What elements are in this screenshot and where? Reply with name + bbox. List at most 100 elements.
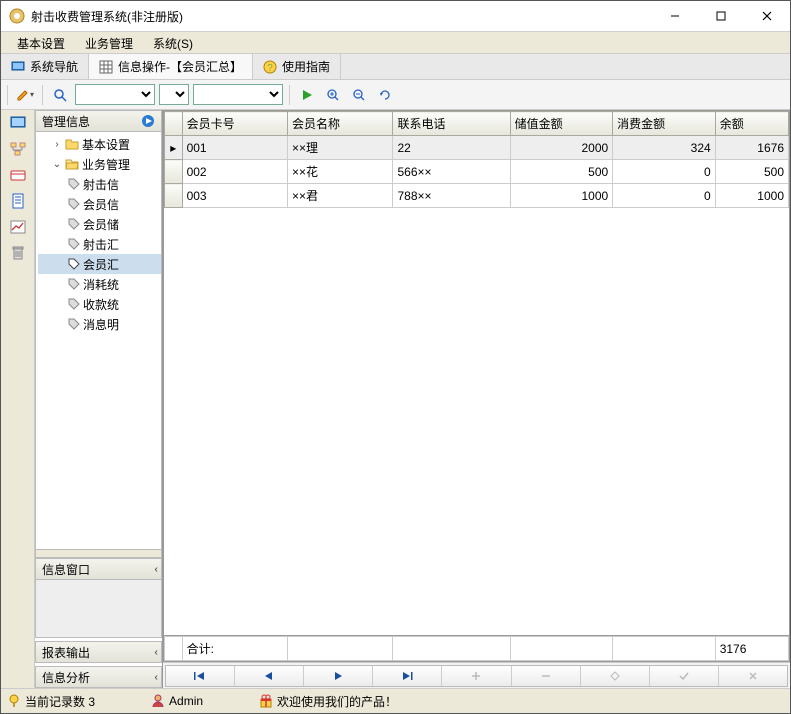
tree-child-4[interactable]: 会员汇 [38, 254, 161, 274]
tree-child-6[interactable]: 收款统 [38, 294, 161, 314]
cell-balance[interactable]: 1676 [715, 136, 788, 160]
collapse-icon[interactable]: ⌄ [52, 159, 62, 170]
info-window-header[interactable]: 信息窗口 ‹‹ [35, 558, 162, 580]
cell-name[interactable]: ××君 [288, 184, 393, 208]
minimize-button[interactable] [652, 1, 698, 31]
report-output-header[interactable]: 报表输出 ‹‹ [35, 641, 162, 663]
data-grid-wrap: 会员卡号 会员名称 联系电话 储值金额 消费金额 余额 ▸001××理22200… [163, 110, 790, 662]
nav-first[interactable] [166, 666, 235, 686]
tab-guide[interactable]: ? 使用指南 [253, 54, 341, 79]
cell-phone[interactable]: 566×× [393, 160, 510, 184]
zoom-out-button[interactable] [348, 84, 370, 106]
manage-info-header[interactable]: 管理信息 [35, 110, 162, 132]
cell-card[interactable]: 003 [182, 184, 287, 208]
tree-label: 会员信 [83, 196, 119, 213]
search-button[interactable] [49, 84, 71, 106]
nav-cancel[interactable] [719, 666, 787, 686]
tag-icon [68, 198, 80, 210]
tree-child-2[interactable]: 会员储 [38, 214, 161, 234]
table-row[interactable]: 003××君788××100001000 [165, 184, 789, 208]
filter-combo-1[interactable] [75, 84, 155, 105]
filter-combo-2[interactable] [159, 84, 189, 105]
pin-icon [7, 694, 21, 708]
maximize-button[interactable] [698, 1, 744, 31]
cell-deposit[interactable]: 500 [510, 160, 613, 184]
edit-button[interactable]: ▾ [14, 84, 36, 106]
col-phone[interactable]: 联系电话 [393, 112, 510, 136]
nav-next[interactable] [304, 666, 373, 686]
cell-spend[interactable]: 0 [613, 160, 716, 184]
tag-icon [68, 178, 80, 190]
grid-footer: 合计: 3176 [164, 635, 789, 661]
tab-guide-label: 使用指南 [282, 58, 330, 75]
tree-business[interactable]: ⌄ 业务管理 [38, 154, 161, 174]
tree-child-1[interactable]: 会员信 [38, 194, 161, 214]
zoom-in-button[interactable] [322, 84, 344, 106]
menu-business[interactable]: 业务管理 [75, 32, 143, 53]
col-name[interactable]: 会员名称 [288, 112, 393, 136]
info-analysis-header[interactable]: 信息分析 ‹‹ [35, 666, 162, 688]
data-grid[interactable]: 会员卡号 会员名称 联系电话 储值金额 消费金额 余额 ▸001××理22200… [164, 111, 789, 208]
cell-spend[interactable]: 0 [613, 184, 716, 208]
tag-icon [68, 278, 80, 290]
nav-ok[interactable] [650, 666, 719, 686]
play-icon [141, 114, 155, 128]
grid-icon [99, 60, 113, 74]
nav-last[interactable] [373, 666, 442, 686]
col-spend[interactable]: 消费金额 [613, 112, 716, 136]
run-button[interactable] [296, 84, 318, 106]
table-row[interactable]: ▸001××理2220003241676 [165, 136, 789, 160]
tab-nav[interactable]: 系统导航 [1, 54, 89, 79]
tag-icon [68, 258, 80, 270]
trash-icon[interactable] [8, 244, 28, 262]
manage-info-label: 管理信息 [42, 113, 90, 130]
tree-child-0[interactable]: 射击信 [38, 174, 161, 194]
sidebar: 管理信息 › 基本设置 ⌄ 业务管理 射击信 会员信 [35, 110, 163, 688]
nav-edit[interactable] [581, 666, 650, 686]
expand-icon[interactable]: › [52, 139, 62, 150]
close-button[interactable] [744, 1, 790, 31]
table-row[interactable]: 002××花566××5000500 [165, 160, 789, 184]
filter-combo-3[interactable] [193, 84, 283, 105]
cell-phone[interactable]: 788×× [393, 184, 510, 208]
tab-info-op-label: 信息操作-【会员汇总】 [118, 58, 242, 75]
tab-info-op[interactable]: 信息操作-【会员汇总】 [89, 54, 253, 79]
tree-label: 基本设置 [82, 136, 130, 153]
nav-add[interactable] [442, 666, 511, 686]
cell-balance[interactable]: 500 [715, 160, 788, 184]
main-area: 管理信息 › 基本设置 ⌄ 业务管理 射击信 会员信 [1, 110, 790, 689]
cell-deposit[interactable]: 1000 [510, 184, 613, 208]
row-indicator [165, 160, 183, 184]
chart-icon[interactable] [8, 218, 28, 236]
app-window: 射击收费管理系统(非注册版) 基本设置 业务管理 系统(S) 系统导航 信息操作… [0, 0, 791, 714]
tree-icon[interactable] [8, 140, 28, 158]
col-card[interactable]: 会员卡号 [182, 112, 287, 136]
nav-prev[interactable] [235, 666, 304, 686]
refresh-button[interactable] [374, 84, 396, 106]
cell-balance[interactable]: 1000 [715, 184, 788, 208]
menu-basic[interactable]: 基本设置 [7, 32, 75, 53]
cell-name[interactable]: ××花 [288, 160, 393, 184]
monitor-icon[interactable] [8, 114, 28, 132]
tag-icon [68, 218, 80, 230]
tag-icon [68, 318, 80, 330]
nav-tree: › 基本设置 ⌄ 业务管理 射击信 会员信 会员储 射击汇 会员汇 消耗统 [36, 132, 161, 336]
nav-remove[interactable] [512, 666, 581, 686]
card-icon[interactable] [8, 166, 28, 184]
report-output-label: 报表输出 [42, 644, 90, 661]
cell-name[interactable]: ××理 [288, 136, 393, 160]
tree-child-5[interactable]: 消耗统 [38, 274, 161, 294]
cell-card[interactable]: 001 [182, 136, 287, 160]
menu-system[interactable]: 系统(S) [143, 32, 203, 53]
tree-child-3[interactable]: 射击汇 [38, 234, 161, 254]
tree-child-7[interactable]: 消息明 [38, 314, 161, 334]
cell-deposit[interactable]: 2000 [510, 136, 613, 160]
cell-spend[interactable]: 324 [613, 136, 716, 160]
cell-card[interactable]: 002 [182, 160, 287, 184]
col-balance[interactable]: 余额 [715, 112, 788, 136]
splitter[interactable] [35, 550, 162, 558]
doc-icon[interactable] [8, 192, 28, 210]
tree-basic-settings[interactable]: › 基本设置 [38, 134, 161, 154]
cell-phone[interactable]: 22 [393, 136, 510, 160]
col-deposit[interactable]: 储值金额 [510, 112, 613, 136]
